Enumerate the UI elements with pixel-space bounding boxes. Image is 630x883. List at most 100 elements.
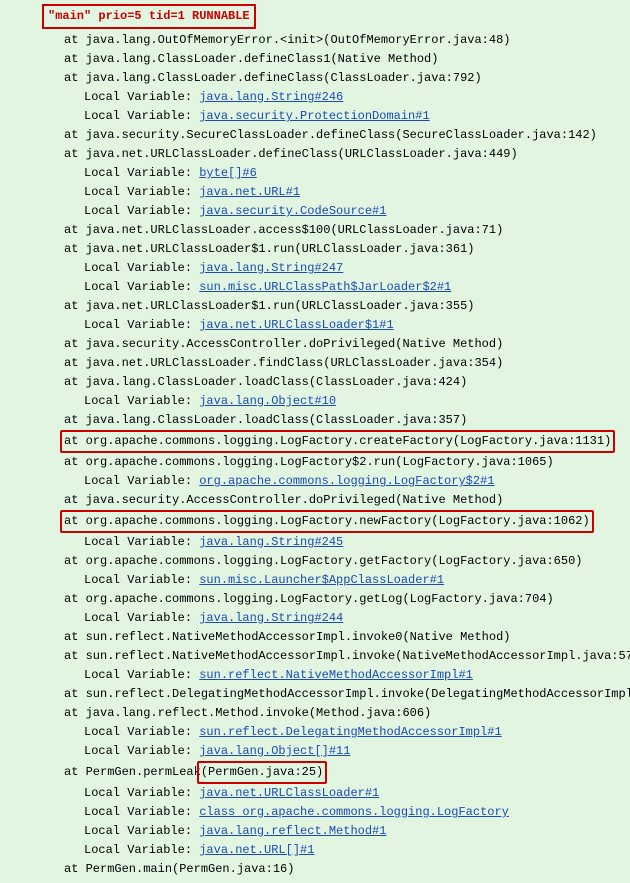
stacktrace-line: at PermGen.permLeak(PermGen.java:25): [8, 761, 622, 784]
local-variable-label: Local Variable:: [84, 725, 199, 739]
highlighted-frame: at org.apache.commons.logging.LogFactory…: [60, 430, 615, 453]
local-variable-label: Local Variable:: [84, 786, 199, 800]
local-variable-link[interactable]: sun.misc.Launcher$AppClassLoader#1: [199, 573, 444, 587]
local-variable-label: Local Variable:: [84, 474, 199, 488]
local-variable-link[interactable]: java.net.URL[]#1: [199, 843, 314, 857]
stacktrace-line: at java.lang.ClassLoader.loadClass(Class…: [8, 411, 622, 430]
frame-text: at org.apache.commons.logging.LogFactory…: [64, 592, 554, 606]
local-variable-link[interactable]: java.lang.String#245: [199, 535, 343, 549]
local-variable-label: Local Variable:: [84, 668, 199, 682]
local-variable-label: Local Variable:: [84, 204, 199, 218]
stacktrace-line: at java.lang.reflect.Method.invoke(Metho…: [8, 704, 622, 723]
stacktrace-line: Local Variable: java.net.URLClassLoader#…: [8, 784, 622, 803]
stacktrace-line: Local Variable: java.lang.Object#10: [8, 392, 622, 411]
stacktrace-line: Local Variable: sun.misc.URLClassPath$Ja…: [8, 278, 622, 297]
local-variable-label: Local Variable:: [84, 90, 199, 104]
local-variable-label: Local Variable:: [84, 744, 199, 758]
frame-text: at sun.reflect.NativeMethodAccessorImpl.…: [64, 630, 510, 644]
local-variable-link[interactable]: sun.reflect.DelegatingMethodAccessorImpl…: [199, 725, 501, 739]
stacktrace-line: Local Variable: sun.reflect.NativeMethod…: [8, 666, 622, 685]
stacktrace-line: at java.lang.ClassLoader.defineClass1(Na…: [8, 50, 622, 69]
local-variable-link[interactable]: java.lang.reflect.Method#1: [199, 824, 386, 838]
stacktrace-line: at org.apache.commons.logging.LogFactory…: [8, 510, 622, 533]
stacktrace-line: at java.net.URLClassLoader.findClass(URL…: [8, 354, 622, 373]
local-variable-link[interactable]: java.security.CodeSource#1: [199, 204, 386, 218]
local-variable-label: Local Variable:: [84, 535, 199, 549]
stacktrace-line: at java.net.URLClassLoader.access$100(UR…: [8, 221, 622, 240]
frame-text: at java.lang.ClassLoader.loadClass(Class…: [64, 375, 467, 389]
stacktrace-line: Local Variable: java.lang.String#244: [8, 609, 622, 628]
frame-text: at java.lang.ClassLoader.defineClass1(Na…: [64, 52, 438, 66]
stacktrace-line: at sun.reflect.NativeMethodAccessorImpl.…: [8, 628, 622, 647]
stacktrace-line: at java.lang.OutOfMemoryError.<init>(Out…: [8, 31, 622, 50]
local-variable-label: Local Variable:: [84, 280, 199, 294]
stacktrace-line: Local Variable: java.net.URLClassLoader$…: [8, 316, 622, 335]
frame-text: at PermGen.main(PermGen.java:16): [64, 862, 294, 876]
local-variable-link[interactable]: java.security.ProtectionDomain#1: [199, 109, 429, 123]
stacktrace-line: Local Variable: sun.misc.Launcher$AppCla…: [8, 571, 622, 590]
local-variable-label: Local Variable:: [84, 109, 199, 123]
frame-text: at sun.reflect.DelegatingMethodAccessorI…: [64, 687, 630, 701]
stacktrace-line: at java.security.AccessController.doPriv…: [8, 491, 622, 510]
local-variable-link[interactable]: java.lang.String#247: [199, 261, 343, 275]
stacktrace-line: Local Variable: java.security.CodeSource…: [8, 202, 622, 221]
stacktrace-line: Local Variable: java.lang.Object[]#11: [8, 742, 622, 761]
frame-text: at java.lang.ClassLoader.defineClass(Cla…: [64, 71, 482, 85]
stacktrace-line: Local Variable: java.net.URL#1: [8, 183, 622, 202]
local-variable-label: Local Variable:: [84, 573, 199, 587]
frame-text: at java.security.AccessController.doPriv…: [64, 337, 503, 351]
local-variable-link[interactable]: java.lang.Object#10: [199, 394, 336, 408]
local-variable-link[interactable]: java.lang.String#246: [199, 90, 343, 104]
stacktrace-line: at java.security.SecureClassLoader.defin…: [8, 126, 622, 145]
stacktrace-line: Local Variable: java.security.Protection…: [8, 107, 622, 126]
local-variable-link[interactable]: sun.reflect.NativeMethodAccessorImpl#1: [199, 668, 473, 682]
local-variable-link[interactable]: sun.misc.URLClassPath$JarLoader$2#1: [199, 280, 451, 294]
stacktrace-line: at java.lang.ClassLoader.defineClass(Cla…: [8, 69, 622, 88]
highlighted-location: (PermGen.java:25): [197, 761, 327, 784]
stacktrace-line: Local Variable: java.lang.reflect.Method…: [8, 822, 622, 841]
stacktrace-line: Local Variable: class org.apache.commons…: [8, 803, 622, 822]
stacktrace-line: Local Variable: java.lang.String#247: [8, 259, 622, 278]
local-variable-link[interactable]: java.net.URLClassLoader$1#1: [199, 318, 393, 332]
stacktrace-line: at java.net.URLClassLoader$1.run(URLClas…: [8, 297, 622, 316]
local-variable-label: Local Variable:: [84, 318, 199, 332]
frame-text: at java.security.SecureClassLoader.defin…: [64, 128, 597, 142]
local-variable-label: Local Variable:: [84, 185, 199, 199]
thread-header: "main" prio=5 tid=1 RUNNABLE: [42, 4, 256, 29]
highlighted-frame: at org.apache.commons.logging.LogFactory…: [60, 510, 594, 533]
local-variable-link[interactable]: java.net.URL#1: [199, 185, 300, 199]
local-variable-label: Local Variable:: [84, 843, 199, 857]
local-variable-link[interactable]: java.lang.Object[]#11: [199, 744, 350, 758]
local-variable-label: Local Variable:: [84, 805, 199, 819]
stacktrace-line: at java.lang.ClassLoader.loadClass(Class…: [8, 373, 622, 392]
frame-text: at java.net.URLClassLoader.defineClass(U…: [64, 147, 518, 161]
local-variable-link[interactable]: byte[]#6: [199, 166, 257, 180]
frame-text: at java.net.URLClassLoader.access$100(UR…: [64, 223, 503, 237]
local-variable-label: Local Variable:: [84, 261, 199, 275]
frame-text: at java.lang.OutOfMemoryError.<init>(Out…: [64, 33, 510, 47]
stacktrace-line: at org.apache.commons.logging.LogFactory…: [8, 430, 622, 453]
stacktrace-line: at java.net.URLClassLoader$1.run(URLClas…: [8, 240, 622, 259]
stacktrace-line: Local Variable: java.net.URL[]#1: [8, 841, 622, 860]
stacktrace-line: at org.apache.commons.logging.LogFactory…: [8, 590, 622, 609]
frame-text: at sun.reflect.NativeMethodAccessorImpl.…: [64, 649, 630, 663]
local-variable-link[interactable]: java.lang.String#244: [199, 611, 343, 625]
local-variable-label: Local Variable:: [84, 611, 199, 625]
stacktrace-line: at java.net.URLClassLoader.defineClass(U…: [8, 145, 622, 164]
stacktrace-line: Local Variable: byte[]#6: [8, 164, 622, 183]
frame-text: at org.apache.commons.logging.LogFactory…: [64, 554, 582, 568]
frame-text: at java.lang.reflect.Method.invoke(Metho…: [64, 706, 431, 720]
frame-text: at java.net.URLClassLoader$1.run(URLClas…: [64, 299, 474, 313]
stacktrace-line: at sun.reflect.DelegatingMethodAccessorI…: [8, 685, 622, 704]
frame-text: at java.lang.ClassLoader.loadClass(Class…: [64, 413, 467, 427]
local-variable-link[interactable]: org.apache.commons.logging.LogFactory$2#…: [199, 474, 494, 488]
stacktrace-line: at sun.reflect.NativeMethodAccessorImpl.…: [8, 647, 622, 666]
frame-text: at java.security.AccessController.doPriv…: [64, 493, 503, 507]
local-variable-label: Local Variable:: [84, 824, 199, 838]
frame-text: at java.net.URLClassLoader$1.run(URLClas…: [64, 242, 474, 256]
stacktrace-line: at PermGen.main(PermGen.java:16): [8, 860, 622, 879]
stacktrace-line: at org.apache.commons.logging.LogFactory…: [8, 552, 622, 571]
local-variable-link[interactable]: java.net.URLClassLoader#1: [199, 786, 379, 800]
local-variable-label: Local Variable:: [84, 394, 199, 408]
local-variable-link[interactable]: class org.apache.commons.logging.LogFact…: [199, 805, 509, 819]
